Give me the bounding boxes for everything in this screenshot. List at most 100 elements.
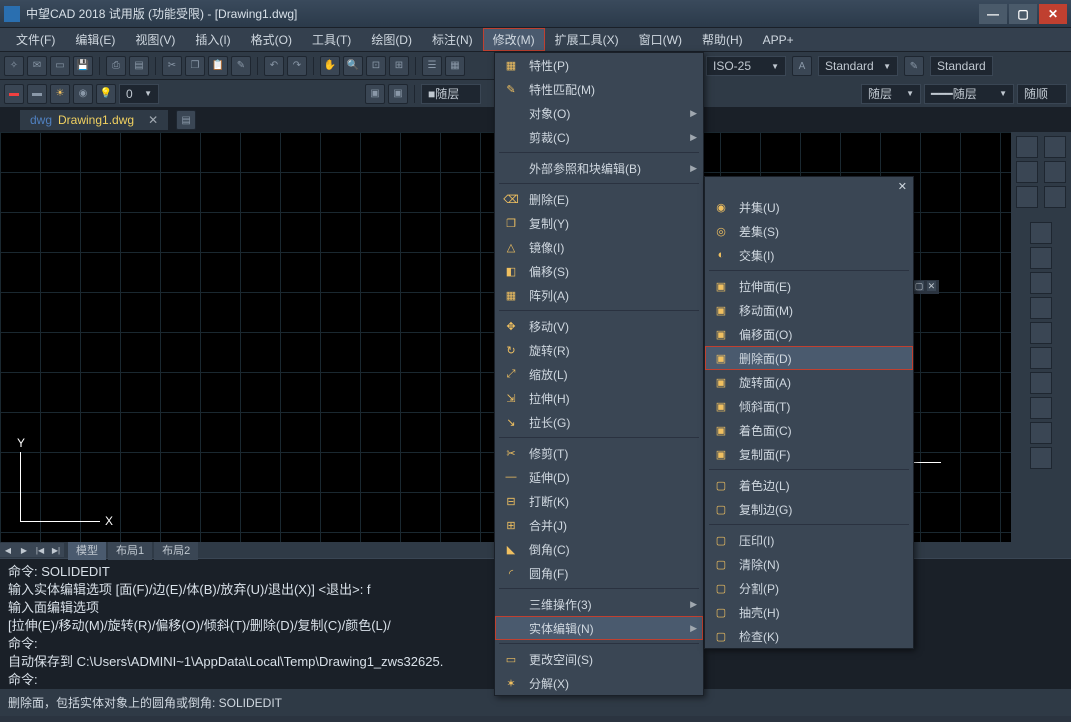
zoom-ext-icon[interactable]: ⊡ (366, 56, 386, 76)
menu-entry[interactable]: ▣着色面(C) (705, 418, 913, 442)
tool-icon[interactable] (1016, 136, 1038, 158)
paste-icon[interactable]: 📋 (208, 56, 228, 76)
menu-entry[interactable]: ▣删除面(D) (705, 346, 913, 370)
tool-icon[interactable] (1030, 247, 1052, 269)
bulb-icon[interactable]: 💡 (96, 84, 116, 104)
tool-icon[interactable] (1044, 186, 1066, 208)
tool-icon[interactable] (1030, 322, 1052, 344)
menu-entry[interactable]: —延伸(D) (495, 465, 703, 489)
maximize-button[interactable]: ▢ (1009, 4, 1037, 24)
tool-icon[interactable] (1030, 422, 1052, 444)
menu-entry[interactable]: ✥移动(V) (495, 314, 703, 338)
menu-item[interactable]: 绘图(D) (361, 28, 422, 51)
menu-entry[interactable]: 对象(O)▶ (495, 101, 703, 125)
menu-entry[interactable]: ◉并集(U) (705, 195, 913, 219)
std2-icon[interactable]: ✎ (904, 56, 924, 76)
panel-max-icon[interactable]: ▢ (914, 281, 923, 291)
pan-icon[interactable]: ✋ (320, 56, 340, 76)
menu-entry[interactable]: ▦特性(P) (495, 53, 703, 77)
menu-entry[interactable]: ▣倾斜面(T) (705, 394, 913, 418)
menu-entry[interactable]: ✶分解(X) (495, 671, 703, 695)
undo-icon[interactable]: ↶ (264, 56, 284, 76)
tool-icon[interactable] (1030, 272, 1052, 294)
print-icon[interactable]: ⎙ (106, 56, 126, 76)
menu-entry[interactable]: ◐交集(I) (705, 243, 913, 267)
menu-entry[interactable]: ⤢缩放(L) (495, 362, 703, 386)
scroll-first-icon[interactable]: |◀ (32, 543, 48, 557)
props-icon[interactable]: ☰ (422, 56, 442, 76)
menu-entry[interactable]: ▦阵列(A) (495, 283, 703, 307)
layer-icon2[interactable]: ▬ (27, 84, 47, 104)
new-icon[interactable]: ✧ (4, 56, 24, 76)
layout-tab[interactable]: 布局2 (154, 540, 198, 560)
menu-entry[interactable]: 剪裁(C)▶ (495, 125, 703, 149)
close-tab-icon[interactable]: ✕ (148, 113, 158, 127)
menu-entry[interactable]: ❐复制(Y) (495, 211, 703, 235)
scroll-last-icon[interactable]: ▶| (48, 543, 64, 557)
layer-state-icon[interactable]: ◉ (73, 84, 93, 104)
menu-item[interactable]: 插入(I) (185, 28, 240, 51)
menu-item[interactable]: APP+ (753, 30, 804, 50)
menu-entry[interactable]: ⊞合并(J) (495, 513, 703, 537)
menu-item[interactable]: 标注(N) (422, 28, 483, 51)
plot-combo[interactable]: 随顺 (1017, 84, 1067, 104)
tool-icon[interactable] (1044, 136, 1066, 158)
color-combo[interactable]: ■ 随层 (421, 84, 481, 104)
textstyle-combo[interactable]: Standard▼ (818, 56, 898, 76)
save-icon[interactable]: 💾 (73, 56, 93, 76)
layout-tab[interactable]: 布局1 (108, 540, 152, 560)
folder-icon[interactable]: ▭ (50, 56, 70, 76)
menu-item[interactable]: 文件(F) (6, 28, 65, 51)
tool-icon[interactable] (1030, 347, 1052, 369)
menu-entry[interactable]: ▣偏移面(O) (705, 322, 913, 346)
tool-icon[interactable] (1030, 297, 1052, 319)
layer-icon[interactable]: ▬ (4, 84, 24, 104)
menu-item[interactable]: 帮助(H) (692, 28, 753, 51)
menu-entry[interactable]: △镜像(I) (495, 235, 703, 259)
scroll-right-icon[interactable]: ▶ (16, 543, 32, 557)
menu-entry[interactable]: ▣移动面(M) (705, 298, 913, 322)
tool-icon[interactable] (1016, 161, 1038, 183)
menu-entry[interactable]: ↘拉长(G) (495, 410, 703, 434)
menu-item[interactable]: 编辑(E) (65, 28, 125, 51)
match-icon[interactable]: ✎ (231, 56, 251, 76)
menu-entry[interactable]: ▣拉伸面(E) (705, 274, 913, 298)
zoom-win-icon[interactable]: ⊞ (389, 56, 409, 76)
menu-entry[interactable]: ◧偏移(S) (495, 259, 703, 283)
tool-icon[interactable] (1030, 447, 1052, 469)
block-icon[interactable]: ▣ (365, 84, 385, 104)
tool-icon[interactable] (1044, 161, 1066, 183)
menu-item[interactable]: 工具(T) (302, 28, 361, 51)
menu-item[interactable]: 窗口(W) (629, 28, 692, 51)
menu-entry[interactable]: ▢检查(K) (705, 624, 913, 648)
menu-entry[interactable]: ✎特性匹配(M) (495, 77, 703, 101)
tool-icon[interactable] (1030, 222, 1052, 244)
menu-entry[interactable]: ◣倒角(C) (495, 537, 703, 561)
dimstyle-combo[interactable]: ISO-25▼ (706, 56, 786, 76)
menu-entry[interactable]: ▣复制面(F) (705, 442, 913, 466)
menu-entry[interactable]: ▭更改空间(S) (495, 647, 703, 671)
submenu-close-icon[interactable]: ✕ (898, 180, 907, 193)
menu-entry[interactable]: ◎差集(S) (705, 219, 913, 243)
sun-icon[interactable]: ☀ (50, 84, 70, 104)
redo-icon[interactable]: ↷ (287, 56, 307, 76)
menu-entry[interactable]: ✂修剪(T) (495, 441, 703, 465)
menu-item[interactable]: 修改(M) (483, 28, 545, 51)
cut-icon[interactable]: ✂ (162, 56, 182, 76)
document-tab[interactable]: dwg Drawing1.dwg ✕ (20, 110, 168, 130)
menu-entry[interactable]: ◜圆角(F) (495, 561, 703, 585)
minimize-button[interactable]: — (979, 4, 1007, 24)
menu-entry[interactable]: ⌫删除(E) (495, 187, 703, 211)
menu-entry[interactable]: ▣旋转面(A) (705, 370, 913, 394)
tablestyle-combo[interactable]: Standard (930, 56, 993, 76)
menu-entry[interactable]: 三维操作(3)▶ (495, 592, 703, 616)
menu-entry[interactable]: 实体编辑(N)▶ (495, 616, 703, 640)
panel-close-icon[interactable]: ✕ (927, 281, 936, 291)
tool-icon[interactable] (1030, 372, 1052, 394)
zoom-icon[interactable]: 🔍 (343, 56, 363, 76)
preview-icon[interactable]: ▤ (129, 56, 149, 76)
scroll-left-icon[interactable]: ◀ (0, 543, 16, 557)
menu-entry[interactable]: ▢清除(N) (705, 552, 913, 576)
menu-item[interactable]: 视图(V) (125, 28, 185, 51)
menu-entry[interactable]: ▢压印(I) (705, 528, 913, 552)
